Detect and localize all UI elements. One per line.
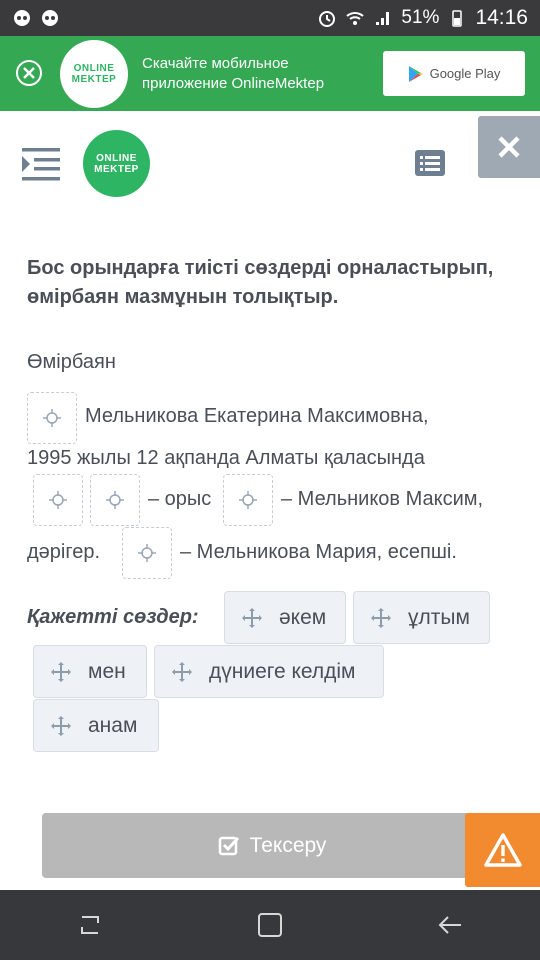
onlinemektep-logo: ONLINE MEKTEP (60, 40, 128, 108)
text-title: Өмірбаян (27, 351, 116, 373)
menu-toggle-icon[interactable] (22, 146, 62, 182)
task-question: Бос орындарға тиісті сөздерді орналастыр… (27, 257, 494, 308)
chat-notification-icon (14, 10, 30, 26)
back-button[interactable] (430, 905, 470, 945)
battery-icon (452, 10, 463, 27)
recent-apps-icon (81, 916, 99, 934)
word-chip[interactable]: дүниеге келдім (154, 645, 384, 698)
drop-zone-3[interactable] (90, 474, 140, 526)
header-logo-line2: MEKTEP (94, 163, 139, 175)
close-task-button[interactable] (478, 116, 540, 178)
text-segment-4: – Мельников Максим, (281, 488, 484, 510)
google-play-label: Google Play (429, 66, 501, 81)
google-play-icon (408, 65, 423, 82)
banner-line1: Скачайте мобильное (142, 55, 289, 72)
text-segment-6: – Мельникова Мария, есепші. (180, 541, 457, 563)
recent-apps-button[interactable] (70, 905, 110, 945)
text-segment-1: Мельникова Екатерина Максимовна, (85, 405, 429, 427)
word-chip-label: ұлтым (408, 605, 470, 629)
word-chip-label: әкем (279, 605, 327, 629)
crosshair-icon (106, 491, 124, 509)
move-icon (172, 661, 192, 682)
alarm-icon (319, 11, 336, 27)
drop-zone-1[interactable] (27, 392, 77, 444)
check-button-label: Тексеру (249, 833, 327, 857)
system-nav-bar (0, 890, 540, 960)
drop-zone-2[interactable] (33, 474, 83, 526)
battery-percent: 51% (401, 7, 440, 28)
word-chip[interactable]: анам (33, 699, 159, 752)
crosshair-icon (138, 544, 156, 562)
word-chip-label: мен (88, 659, 126, 683)
clock: 14:16 (475, 6, 528, 29)
close-icon (23, 67, 35, 79)
report-problem-button[interactable] (465, 813, 540, 887)
warning-icon (483, 833, 522, 867)
close-icon (498, 136, 520, 158)
signal-icon (376, 12, 390, 25)
banner-message: Скачайте мобильное приложение OnlineMekt… (142, 54, 372, 94)
word-chip[interactable]: мен (33, 645, 147, 698)
wifi-icon (346, 12, 365, 25)
crosshair-icon (49, 491, 67, 509)
logo-text-line1: ONLINE (73, 63, 115, 74)
header-logo[interactable]: ONLINE MEKTEP (83, 130, 150, 197)
status-bar: 51% 14:16 (0, 0, 540, 36)
move-icon (242, 607, 262, 628)
crosshair-icon (239, 491, 257, 509)
move-icon (371, 607, 391, 628)
check-button[interactable]: Тексеру (42, 813, 502, 878)
chat-notification-icon (42, 10, 58, 26)
back-icon (438, 916, 461, 934)
drop-zone-5[interactable] (122, 527, 172, 579)
word-chip[interactable]: әкем (224, 591, 346, 644)
word-chip-label: анам (88, 713, 138, 737)
word-bank-label: Қажетті сөздер: (27, 606, 199, 628)
home-icon (258, 913, 282, 937)
google-play-button[interactable]: Google Play (383, 51, 525, 96)
app-promo-banner: ONLINE MEKTEP Скачайте мобильное приложе… (0, 36, 540, 111)
drop-zone-4[interactable] (223, 474, 273, 526)
word-chip-label: дүниеге келдім (209, 659, 356, 683)
word-chip[interactable]: ұлтым (353, 591, 490, 644)
banner-line2: приложение OnlineMektep (142, 75, 325, 92)
move-icon (51, 715, 71, 736)
crosshair-icon (43, 409, 61, 427)
header-logo-line1: ONLINE (96, 152, 137, 164)
text-segment-3: – орыс (148, 488, 212, 510)
close-banner-button[interactable] (16, 60, 42, 86)
task-list-icon[interactable] (415, 150, 445, 176)
checkbox-icon (218, 836, 239, 855)
text-segment-2: 1995 жылы 12 ақпанда Алматы қаласында (27, 447, 425, 469)
home-button[interactable] (250, 905, 290, 945)
text-segment-5: дәрігер. (27, 541, 101, 563)
logo-text-line2: MEKTEP (71, 74, 117, 85)
move-icon (51, 661, 71, 682)
